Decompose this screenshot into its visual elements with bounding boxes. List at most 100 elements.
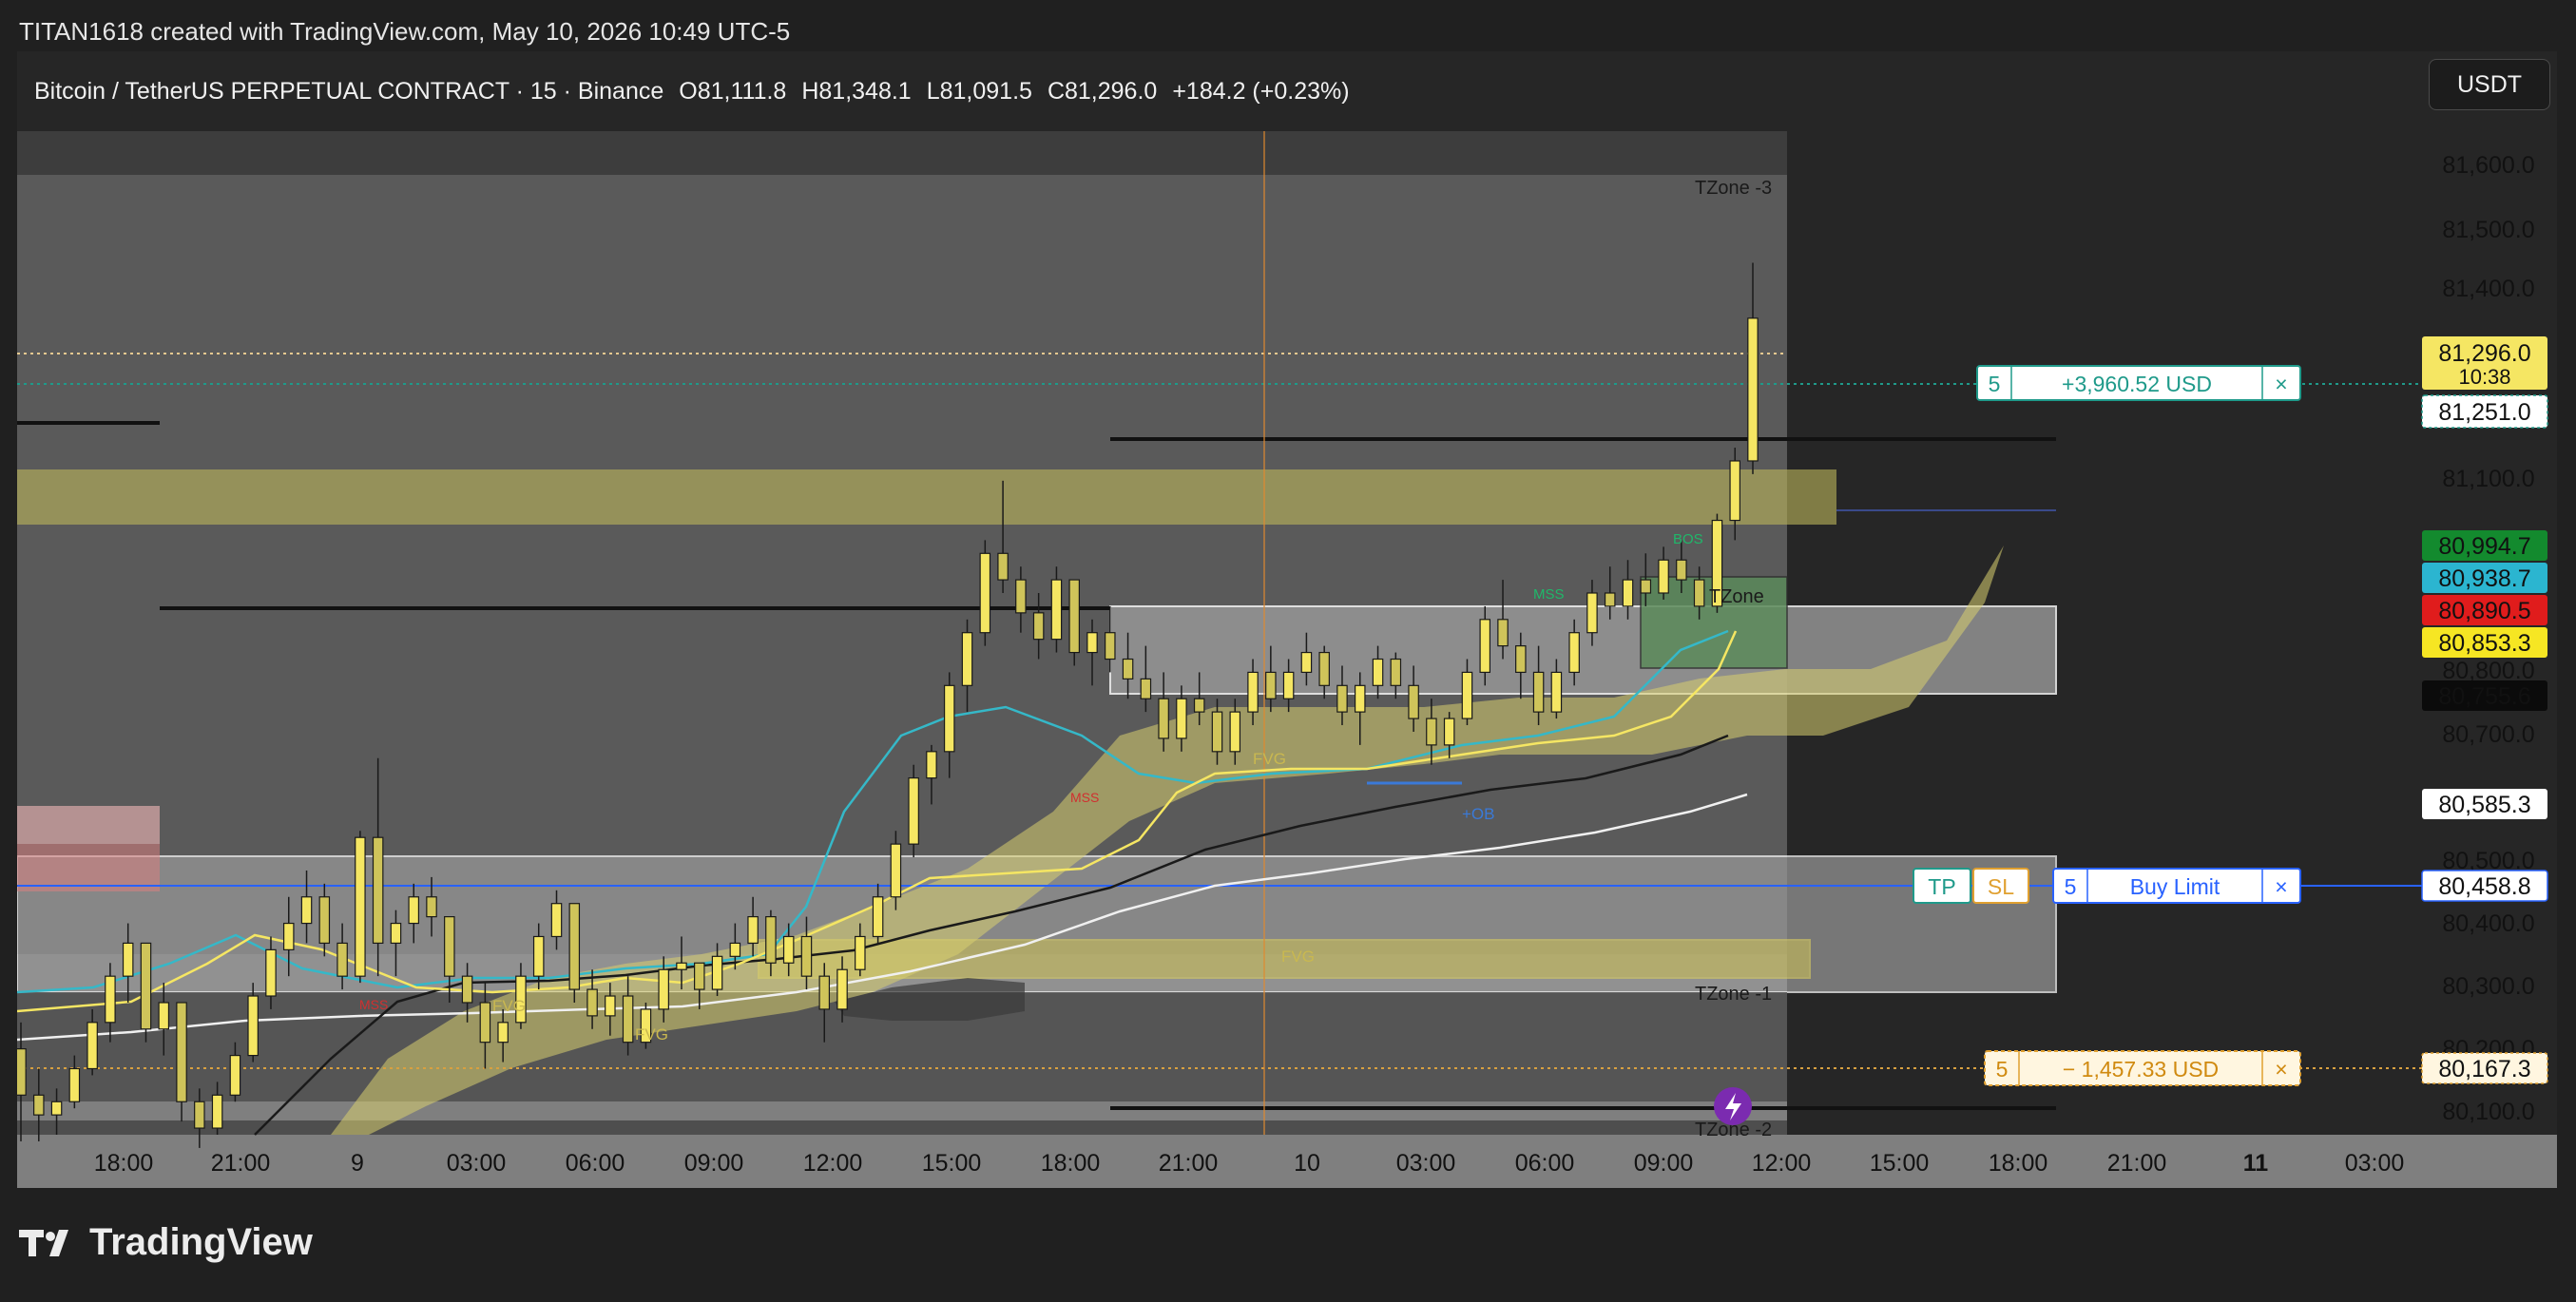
candle-body	[1354, 684, 1366, 713]
time-label: 9	[351, 1150, 364, 1177]
brand-name: TradingView	[89, 1221, 313, 1263]
candle-body	[390, 922, 402, 945]
candle-body	[1211, 711, 1223, 753]
currency-button[interactable]: USDT	[2429, 59, 2550, 110]
sl-price-value: 80,167.3	[2438, 1056, 2530, 1082]
time-label: 03:00	[447, 1150, 507, 1177]
fvg-label-3: FVG	[492, 997, 526, 1015]
candle-body	[926, 751, 937, 779]
ohlc-high: H81,348.1	[801, 77, 912, 105]
price-tick: 81,100.0	[2442, 466, 2534, 492]
candle-body	[444, 916, 455, 977]
candlestick-chart[interactable]: BOS MSS MSS MSS FVG FVG FVG FVG +OB TZon…	[17, 51, 2557, 1188]
tp-close-icon[interactable]: ×	[2275, 372, 2287, 396]
symbol-info-bar[interactable]: Bitcoin / TetherUS PERPETUAL CONTRACT · …	[17, 51, 1790, 131]
candle-body	[943, 684, 955, 753]
candle-body	[1747, 317, 1759, 462]
candle-body	[318, 896, 331, 945]
candle-body	[1568, 632, 1580, 674]
candle-body	[68, 1067, 81, 1102]
candle-body	[1640, 579, 1652, 594]
candle-body	[461, 975, 473, 1004]
time-label: 18:00	[1989, 1150, 2048, 1177]
candle-body	[87, 1022, 98, 1070]
price-tag-p5: 80,755.6	[2422, 680, 2547, 711]
candle-body	[1604, 592, 1616, 607]
time-label: 18:00	[94, 1150, 154, 1177]
time-label: 06:00	[566, 1150, 625, 1177]
candle-body	[194, 1101, 205, 1129]
candle-body	[479, 1002, 491, 1044]
buy-limit-label: Buy Limit	[2130, 874, 2220, 899]
price-tag-p6: 80,585.3	[2422, 789, 2547, 819]
buy-limit-close-icon[interactable]: ×	[2275, 874, 2287, 899]
candle-body	[711, 955, 723, 990]
candle-body	[1068, 579, 1080, 654]
time-label: 15:00	[922, 1150, 982, 1177]
candle-body	[1050, 579, 1063, 641]
candle-body	[1086, 632, 1098, 654]
tp-button-label: TP	[1928, 874, 1955, 899]
candle-body	[176, 1002, 187, 1102]
tp-position-qty: 5	[1989, 372, 2001, 396]
sl-position-qty: 5	[1996, 1057, 2009, 1082]
fvg-label-1: FVG	[1281, 948, 1315, 966]
time-label: 06:00	[1515, 1150, 1575, 1177]
time-label: 12:00	[1752, 1150, 1812, 1177]
tzone-label: TZone	[1709, 586, 1764, 607]
buy-limit-qty: 5	[2065, 874, 2077, 899]
white-zone	[17, 806, 160, 844]
candle-body	[1122, 658, 1134, 680]
ohlc-change: +184.2 (+0.23%)	[1172, 77, 1350, 105]
candle-body	[211, 1094, 223, 1129]
fvg-label-2: FVG	[1253, 750, 1286, 768]
mss-label-red-2: MSS	[359, 997, 388, 1012]
candle-body	[1693, 579, 1705, 607]
candle-body	[979, 552, 991, 634]
tzone-1-label: TZone -1	[1695, 984, 1772, 1005]
ohlc-low: L81,091.5	[926, 77, 1032, 105]
candle-body	[908, 777, 919, 845]
candle-body	[836, 968, 848, 1010]
candle-body	[694, 962, 705, 990]
tzone-2-box	[17, 1120, 1787, 1135]
chart-credit: TITAN1618 created with TradingView.com, …	[19, 17, 791, 46]
price-tick: 81,500.0	[2442, 217, 2534, 243]
ohlc-open: O81,111.8	[679, 77, 787, 105]
candle-body	[855, 935, 866, 970]
candle-body	[1318, 651, 1330, 686]
candle-body	[1193, 698, 1205, 713]
price-tag-value: 80,890.5	[2438, 598, 2530, 624]
price-tick: 80,300.0	[2442, 973, 2534, 1000]
candle-body	[1658, 559, 1669, 594]
candle-body	[1443, 718, 1455, 746]
price-tag-p2: 80,938.7	[2422, 563, 2547, 593]
candle-body	[550, 903, 563, 938]
candle-body	[1105, 632, 1116, 661]
candle-body	[1390, 658, 1402, 686]
price-tag-value: 80,994.7	[2438, 533, 2530, 560]
buy-limit-price-value: 80,458.8	[2438, 873, 2530, 900]
candle-body	[1426, 718, 1437, 746]
tp-price-tag: 81,251.0	[2421, 394, 2548, 429]
time-label: 18:00	[1041, 1150, 1101, 1177]
candle-body	[1532, 671, 1545, 713]
symbol-name[interactable]: Bitcoin / TetherUS PERPETUAL CONTRACT · …	[34, 78, 663, 105]
candle-body	[1015, 579, 1027, 614]
candle-body	[336, 942, 348, 977]
candle-body	[1282, 671, 1295, 699]
tp-position-tag[interactable]: 5 +3,960.52 USD ×	[1976, 365, 2301, 401]
candle-body	[818, 975, 831, 1010]
candle-body	[1497, 619, 1509, 647]
candle-body	[997, 552, 1009, 581]
candle-body	[1247, 671, 1259, 713]
candle-body	[1676, 559, 1687, 581]
candle-body	[122, 942, 134, 977]
candle-body	[568, 903, 581, 990]
candle-body	[408, 896, 420, 925]
sl-position-tag[interactable]: 5 − 1,457.33 USD ×	[1984, 1050, 2301, 1086]
time-label: 09:00	[684, 1150, 744, 1177]
chart-area[interactable]: BOS MSS MSS MSS FVG FVG FVG FVG +OB TZon…	[17, 51, 2557, 1188]
sl-close-icon[interactable]: ×	[2275, 1057, 2287, 1082]
candle-body	[229, 1054, 241, 1096]
